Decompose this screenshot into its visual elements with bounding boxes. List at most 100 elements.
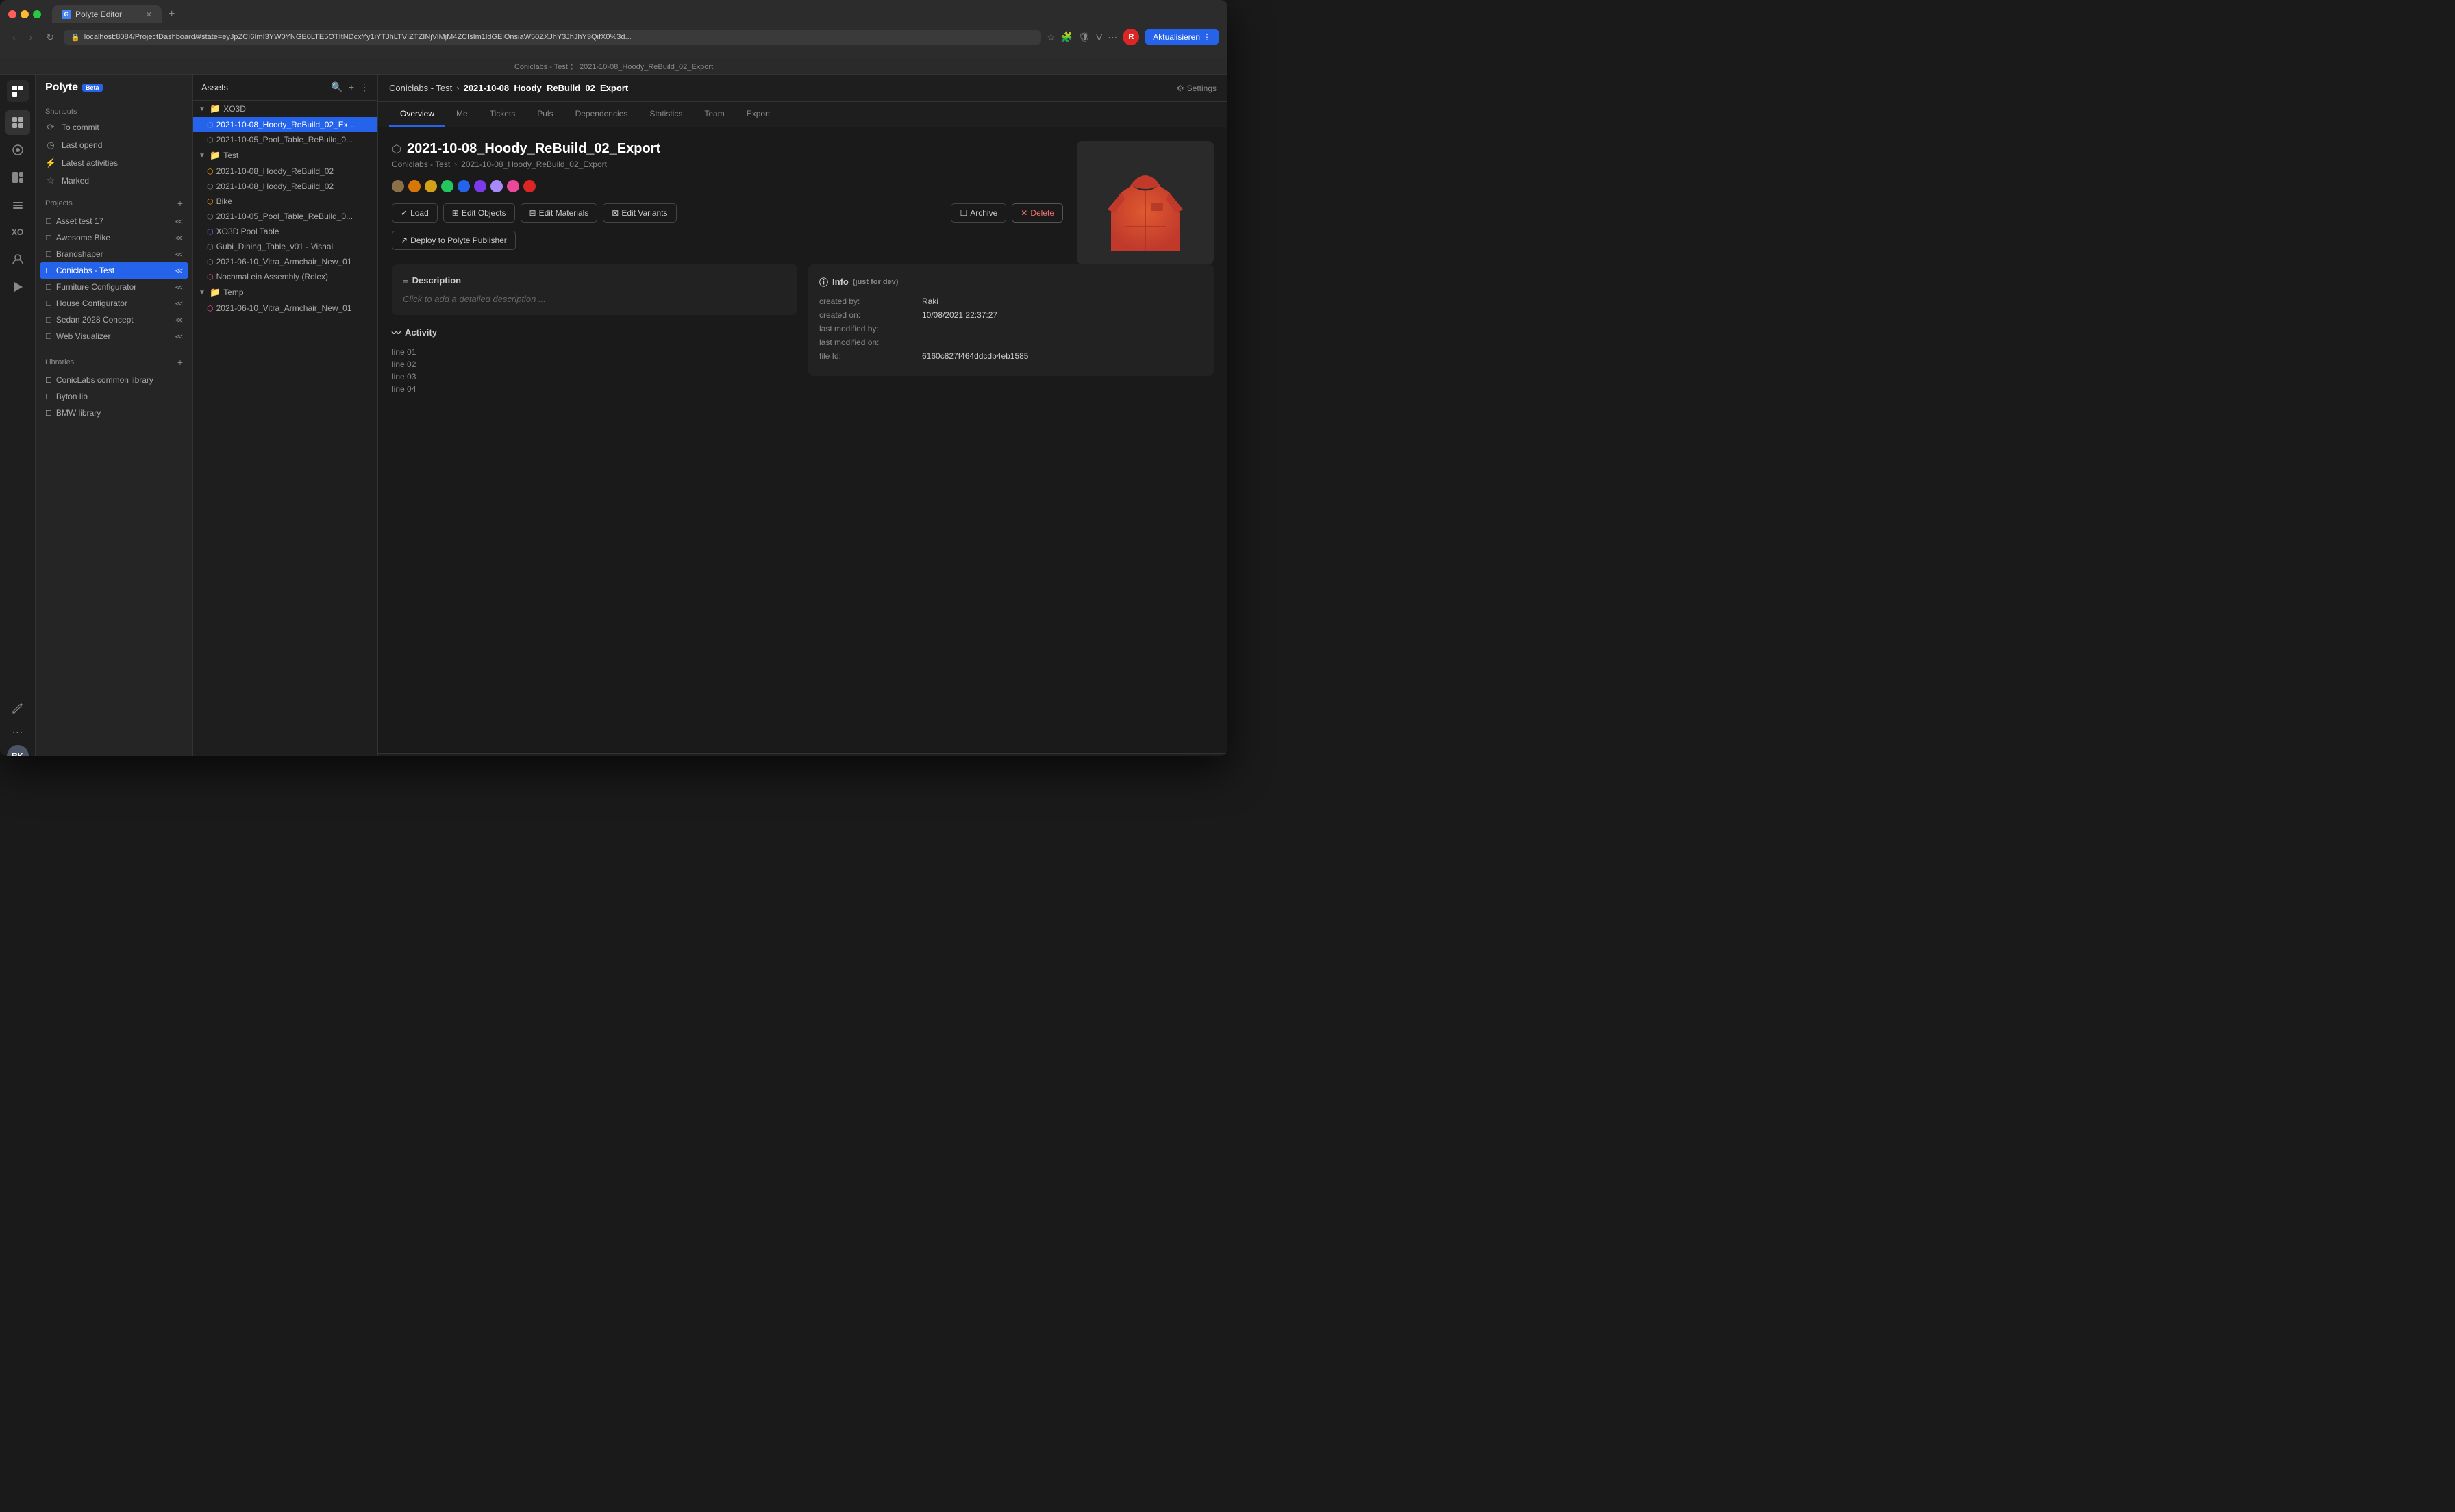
sidebar-icon-edit[interactable]	[5, 696, 30, 720]
tab-export[interactable]: Export	[736, 102, 782, 127]
sidebar-icon-user[interactable]	[5, 247, 30, 272]
file-vitra-armchair[interactable]: ⬡ 2021-06-10_Vitra_Armchair_New_01	[193, 254, 377, 269]
add-library-button[interactable]: +	[177, 357, 183, 368]
update-button[interactable]: Aktualisieren ⋮	[1145, 29, 1219, 45]
edit-objects-button[interactable]: ⊞ Edit Objects	[443, 203, 515, 223]
add-asset-button[interactable]: +	[349, 81, 354, 93]
shortcut-latest-activities[interactable]: ⚡ Latest activities	[36, 154, 192, 172]
app-logo[interactable]	[7, 80, 29, 102]
activity-line-2: line 02	[392, 358, 797, 370]
traffic-light-green[interactable]	[33, 10, 41, 18]
library-bmw[interactable]: ☐ BMW library	[36, 405, 192, 421]
tab-statistics[interactable]: Statistics	[638, 102, 693, 127]
breadcrumb-project[interactable]: Coniclabs - Test	[389, 83, 452, 93]
asset-bc-project[interactable]: Coniclabs - Test	[392, 160, 450, 169]
back-button[interactable]: ‹	[8, 30, 20, 44]
file-pool-table-test[interactable]: ⬡ 2021-10-05_Pool_Table_ReBuild_0...	[193, 209, 377, 224]
library-coniclabs[interactable]: ☐ ConicLabs common library	[36, 372, 192, 388]
extension-v-icon[interactable]: V	[1096, 32, 1102, 43]
sidebar-icon-play[interactable]	[5, 275, 30, 299]
share-icon[interactable]: ≪	[175, 316, 183, 325]
tab-overview[interactable]: Overview	[389, 102, 445, 127]
description-placeholder[interactable]: Click to add a detailed description ...	[403, 294, 786, 304]
extensions-icon[interactable]: 🧩	[1061, 32, 1073, 43]
user-avatar[interactable]: RK	[7, 745, 29, 756]
add-project-button[interactable]: +	[177, 198, 183, 209]
deploy-publisher-button[interactable]: ↗ Deploy to Polyte Publisher	[392, 231, 516, 250]
bookmark-icon[interactable]: ☆	[1047, 32, 1056, 43]
tab-tickets[interactable]: Tickets	[479, 102, 527, 127]
color-swatch-2[interactable]	[425, 180, 437, 192]
color-swatch-3[interactable]	[441, 180, 453, 192]
share-icon[interactable]: ≪	[175, 250, 183, 259]
file-xo3d-pool[interactable]: ⬡ XO3D Pool Table	[193, 224, 377, 239]
project-item-house[interactable]: ☐ House Configurator ≪	[36, 295, 192, 312]
forward-button[interactable]: ›	[25, 30, 37, 44]
traffic-light-yellow[interactable]	[21, 10, 29, 18]
color-swatch-1[interactable]	[408, 180, 421, 192]
sidebar-icon-projects[interactable]	[5, 110, 30, 135]
file-vitra-armchair-temp[interactable]: ⬡ 2021-06-10_Vitra_Armchair_New_01	[193, 301, 377, 316]
folder-test[interactable]: ▼ 📁 Test	[193, 147, 377, 164]
library-byton[interactable]: ☐ Byton lib	[36, 388, 192, 405]
file-pool-table[interactable]: ⬡ 2021-10-05_Pool_Table_ReBuild_0...	[193, 132, 377, 147]
share-icon[interactable]: ≪	[175, 217, 183, 226]
shield-icon[interactable]: 🛡	[1078, 32, 1091, 43]
archive-button[interactable]: ☐ Archive	[951, 203, 1006, 223]
color-swatch-5[interactable]	[474, 180, 486, 192]
delete-button[interactable]: ✕ Delete	[1012, 203, 1063, 223]
sidebar-icon-layers[interactable]	[5, 192, 30, 217]
tab-puls[interactable]: Puls	[526, 102, 564, 127]
file-bike[interactable]: ⬡ Bike	[193, 194, 377, 209]
tab-team[interactable]: Team	[693, 102, 735, 127]
more-options-icon[interactable]: ⋮	[360, 81, 369, 93]
new-tab-button[interactable]: +	[169, 8, 175, 21]
file-gubi-dining[interactable]: ⬡ Gubi_Dining_Table_v01 - Vishal	[193, 239, 377, 254]
shortcut-to-commit[interactable]: ⟳ To commit	[36, 118, 192, 136]
project-item-brandshaper[interactable]: ☐ Brandshaper ≪	[36, 246, 192, 262]
color-swatch-8[interactable]	[523, 180, 536, 192]
file-hoody-rebuild-2[interactable]: ⬡ 2021-10-08_Hoody_ReBuild_02	[193, 179, 377, 194]
share-icon[interactable]: ≪	[175, 332, 183, 341]
color-swatch-6[interactable]	[490, 180, 503, 192]
share-icon[interactable]: ≪	[175, 299, 183, 308]
load-button[interactable]: ✓ Load	[392, 203, 438, 223]
sidebar-icon-shapes[interactable]	[5, 165, 30, 190]
color-swatch-0[interactable]	[392, 180, 404, 192]
tab-me[interactable]: Me	[445, 102, 479, 127]
browser-tab[interactable]: G Polyte Editor ✕	[52, 5, 162, 23]
reload-button[interactable]: ↻	[42, 30, 58, 45]
sidebar-icon-xo[interactable]: XO	[5, 220, 30, 244]
traffic-light-red[interactable]	[8, 10, 16, 18]
profile-circle[interactable]: R	[1123, 29, 1139, 45]
sidebar-icon-view[interactable]	[5, 138, 30, 162]
share-icon[interactable]: ≪	[175, 234, 183, 242]
more-options[interactable]: ⋯	[10, 723, 26, 742]
file-hoody-export[interactable]: ⬡ 2021-10-08_Hoody_ReBuild_02_Ex...	[193, 117, 377, 132]
address-bar[interactable]: 🔒 localhost:8084/ProjectDashboard/#state…	[64, 30, 1041, 45]
color-swatch-7[interactable]	[507, 180, 519, 192]
share-icon[interactable]: ≪	[175, 266, 183, 275]
project-item-sedan[interactable]: ☐ Sedan 2028 Concept ≪	[36, 312, 192, 328]
folder-temp[interactable]: ▼ 📁 Temp	[193, 284, 377, 301]
share-icon[interactable]: ≪	[175, 283, 183, 292]
project-item-web-visualizer[interactable]: ☐ Web Visualizer ≪	[36, 328, 192, 344]
folder-xo3d[interactable]: ▼ 📁 XO3D	[193, 101, 377, 117]
project-item-coniclabs[interactable]: ☐ Coniclabs - Test ≪	[40, 262, 188, 279]
more-tools-icon[interactable]: ⋯	[1108, 32, 1117, 43]
search-icon[interactable]: 🔍	[331, 81, 342, 93]
file-nochmal-assembly[interactable]: ⬡ Nochmal ein Assembly (Rolex)	[193, 269, 377, 284]
project-item-asset-test[interactable]: ☐ Asset test 17 ≪	[36, 213, 192, 229]
project-item-furniture[interactable]: ☐ Furniture Configurator ≪	[36, 279, 192, 295]
edit-materials-button[interactable]: ⊟ Edit Materials	[521, 203, 598, 223]
edit-variants-button[interactable]: ⊠ Edit Variants	[603, 203, 676, 223]
shortcut-marked[interactable]: ☆ Marked	[36, 172, 192, 190]
project-item-awesome-bike[interactable]: ☐ Awesome Bike ≪	[36, 229, 192, 246]
shortcut-last-opend[interactable]: ◷ Last opend	[36, 136, 192, 154]
color-swatch-4[interactable]	[458, 180, 470, 192]
tab-close-button[interactable]: ✕	[146, 10, 152, 19]
file-hoody-rebuild-1[interactable]: ⬡ 2021-10-08_Hoody_ReBuild_02	[193, 164, 377, 179]
settings-button[interactable]: ⚙ Settings	[1177, 84, 1217, 93]
action-buttons-row2: ↗ Deploy to Polyte Publisher	[392, 231, 1063, 250]
tab-dependencies[interactable]: Dependencies	[564, 102, 639, 127]
